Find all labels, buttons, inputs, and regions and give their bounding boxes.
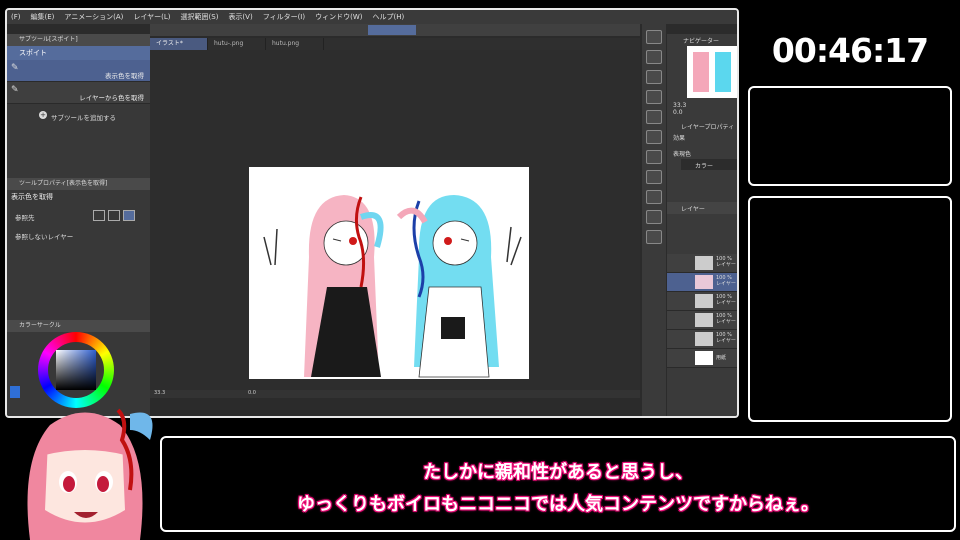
subtitle-box: たしかに親和性があると思うし、 ゆっくりもボイロもニコニコでは人気コンテンツです… <box>160 436 956 532</box>
panel-toggle-icon[interactable] <box>646 130 662 144</box>
panel-toggle-icon[interactable] <box>646 150 662 164</box>
panel-toggle-icon[interactable] <box>646 30 662 44</box>
menu-file[interactable]: (F) <box>11 13 21 21</box>
panel-toggle-icon[interactable] <box>646 70 662 84</box>
right-panel: ナビゲーター 33.3 0.0 レイヤープロパティ 効果 表現色 カラー レイヤ… <box>667 34 737 416</box>
color-panel-title: カラーサークル <box>7 320 150 332</box>
layer-thumbnail <box>695 256 713 270</box>
subtool-item-label: レイヤーから色を取得 <box>79 94 144 102</box>
nav-angle: 0.0 <box>673 109 683 116</box>
ref-option-icon[interactable] <box>108 210 120 221</box>
layer-thumbnail <box>695 332 713 346</box>
layer-name: レイヤー <box>716 300 736 306</box>
info-panel-top <box>748 86 952 186</box>
add-subtool-label: サブツールを追加する <box>51 114 116 122</box>
menu-bar: (F) 編集(E) アニメーション(A) レイヤー(L) 選択範囲(S) 表示(… <box>7 10 737 24</box>
subtool-panel-title: サブツール[スポイト] <box>7 34 150 46</box>
add-subtool-button[interactable]: + サブツールを追加する <box>7 104 150 126</box>
navigator-preview[interactable] <box>687 46 737 98</box>
info-panel-bottom <box>748 196 952 422</box>
subtitle-line-2: ゆっくりもボイロもニコニコでは人気コンテンツですからねぇ。 <box>297 494 819 515</box>
panel-toggle-icon[interactable] <box>646 230 662 244</box>
layer-thumbnail <box>695 313 713 327</box>
panel-toggle-icon[interactable] <box>646 90 662 104</box>
navigator-title: ナビゲーター <box>683 38 720 44</box>
sketch-drawing <box>263 195 522 378</box>
plus-icon: + <box>39 111 47 119</box>
drawing-canvas[interactable] <box>249 167 529 379</box>
noref-label: 参照しないレイヤー <box>15 233 74 241</box>
panel-toggle-icon[interactable] <box>646 170 662 184</box>
layer-name: レイヤー <box>716 262 736 268</box>
eyedropper-icon: ✎ <box>11 63 19 73</box>
tab-hutu[interactable]: hutu.png <box>266 38 324 50</box>
expression-color-label: 表現色 <box>673 151 692 157</box>
noref-row: 参照しないレイヤー <box>7 228 150 246</box>
subtool-header[interactable]: スポイト <box>7 46 150 60</box>
subtitle-line-1: たしかに親和性があると思うし、 <box>423 462 693 483</box>
layer-name: レイヤー <box>716 281 736 287</box>
ref-row: 参照先 <box>7 206 150 228</box>
eyedropper-icon: ✎ <box>11 85 19 95</box>
layer-name: レイヤー <box>716 319 736 325</box>
layer-row[interactable]: 100 % レイヤー <box>667 254 737 273</box>
menu-filter[interactable]: フィルター(I) <box>263 12 305 22</box>
screen: (F) 編集(E) アニメーション(A) レイヤー(L) 選択範囲(S) 表示(… <box>0 0 960 540</box>
status-bar: 33.3 0.0 <box>150 390 640 398</box>
tool-property-title: ツールプロパティ[表示色を取得] <box>7 178 150 190</box>
tab-illust[interactable]: イラスト* <box>150 38 208 50</box>
stabilization-buttons[interactable] <box>368 25 416 35</box>
layer-row[interactable]: 100 % レイヤー <box>667 292 737 311</box>
nav-zoom: 33.3 <box>673 102 687 109</box>
menu-window[interactable]: ウィンドウ(W) <box>315 12 362 22</box>
ref-label: 参照先 <box>15 214 35 222</box>
menu-help[interactable]: ヘルプ(H) <box>372 12 404 22</box>
panel-toggle-icon[interactable] <box>646 190 662 204</box>
subtool-item-display-color[interactable]: ✎ 表示色を取得 <box>7 60 150 82</box>
panel-icon-column <box>642 24 666 416</box>
tool-property-name: 表示色を取得 <box>11 193 53 201</box>
tab-hutu-dash[interactable]: hutu-.png <box>208 38 266 50</box>
layers-title: レイヤー <box>667 202 737 214</box>
layer-row[interactable]: 100 % レイヤー <box>667 311 737 330</box>
ref-option-icon[interactable] <box>123 210 135 221</box>
menu-selection[interactable]: 選択範囲(S) <box>181 12 219 22</box>
canvas-tabs: イラスト* hutu-.png hutu.png <box>150 38 640 50</box>
panel-toggle-icon[interactable] <box>646 110 662 124</box>
layer-thumbnail <box>695 275 713 289</box>
layer-row[interactable]: 100 % レイヤー <box>667 330 737 349</box>
ref-option-icon[interactable] <box>93 210 105 221</box>
layer-row[interactable]: 用紙 <box>667 349 737 368</box>
layer-row[interactable]: 100 % レイヤー <box>667 273 737 292</box>
layer-property-title: レイヤープロパティ <box>681 124 735 131</box>
expression-color-value: カラー <box>695 163 714 170</box>
character-avatar <box>27 408 153 540</box>
expression-color-select[interactable]: カラー <box>681 159 737 170</box>
command-bar <box>150 24 640 36</box>
layer-name: 用紙 <box>716 355 727 361</box>
menu-layer[interactable]: レイヤー(L) <box>133 12 170 22</box>
saturation-value-square[interactable] <box>56 350 96 390</box>
layer-thumbnail <box>695 294 713 308</box>
menu-view[interactable]: 表示(V) <box>228 12 252 22</box>
panel-toggle-icon[interactable] <box>646 210 662 224</box>
zoom-value: 33.3 <box>154 390 166 396</box>
layer-thumbnail <box>695 351 713 365</box>
effect-label: 効果 <box>673 135 686 142</box>
angle-value: 0.0 <box>248 390 256 396</box>
layer-name: レイヤー <box>716 338 736 344</box>
panel-toggle-icon[interactable] <box>646 50 662 64</box>
app-window: (F) 編集(E) アニメーション(A) レイヤー(L) 選択範囲(S) 表示(… <box>5 8 739 418</box>
subtool-item-layer-color[interactable]: ✎ レイヤーから色を取得 <box>7 82 150 104</box>
main-color-swatch[interactable] <box>10 386 20 398</box>
menu-animation[interactable]: アニメーション(A) <box>64 12 123 22</box>
menu-edit[interactable]: 編集(E) <box>31 12 55 22</box>
elapsed-timer: 00:46:17 <box>771 31 929 70</box>
subtool-item-label: 表示色を取得 <box>105 72 144 80</box>
